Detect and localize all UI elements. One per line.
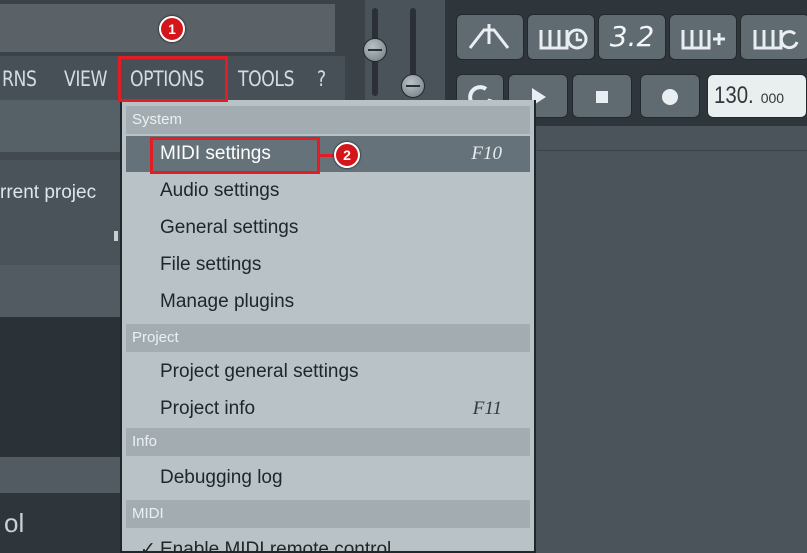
tempo-display[interactable]: 130. 000 [707,74,807,118]
callout-box-midi-settings [150,137,320,174]
browser-panel-header-2 [0,457,125,493]
section-system: System [126,106,530,134]
wait-icon [539,28,588,50]
menu-item-label: Audio settings [160,180,280,201]
tempo-value: 130. [714,82,754,109]
current-project-label[interactable]: rrent projec [0,175,125,211]
menu-item-label: Manage plugins [160,291,295,312]
divider [0,152,120,160]
workspace-divider [537,150,807,151]
menu-item-project-info[interactable]: Project info F11 [126,391,530,427]
section-info: Info [126,428,530,456]
menu-item-label: Debugging log [160,467,283,488]
stop-button[interactable] [572,74,632,118]
tempo-decimal: 000 [760,90,785,106]
record-button[interactable] [640,74,700,118]
metronome-icon [468,24,510,49]
menu-item-label: Project info [160,398,256,419]
countdown-button[interactable]: 3.2 [598,14,666,60]
loop-record-icon [753,30,799,50]
menu-item-debugging-log[interactable]: Debugging log [126,460,530,496]
menu-item-label: Project general settings [160,361,359,382]
browser-panel [0,317,125,457]
menu-item-label: File settings [160,254,262,275]
scroll-marker [114,231,118,241]
section-project: Project [126,324,530,352]
step-badge-2: 2 [334,142,360,168]
menu-item-manage-plugins[interactable]: Manage plugins [126,284,530,320]
step-edit-icon [681,30,725,50]
metronome-button[interactable] [456,14,524,60]
stop-icon [596,91,608,103]
browser-panel-header [0,265,125,317]
menu-item-label: General settings [160,217,299,238]
menu-help[interactable]: ? [317,60,326,98]
workspace-area [537,126,807,553]
step-badge-1: 1 [159,16,185,42]
step-edit-button[interactable] [669,14,737,60]
master-pitch-knob[interactable] [401,74,425,98]
menu-item-file-settings[interactable]: File settings [126,247,530,283]
loop-record-button[interactable] [740,14,807,60]
shortcut-label: F10 [471,143,502,164]
menu-patterns[interactable]: RNS [2,60,37,98]
shortcut-label: F11 [472,398,502,419]
wait-for-input-button[interactable] [527,14,595,60]
record-icon [662,89,678,105]
menu-item-enable-midi-remote[interactable]: ✓ Enable MIDI remote control [126,532,530,553]
menu-item-label: Enable MIDI remote control [160,539,392,553]
section-midi: MIDI [126,500,530,528]
callout-box-options [118,56,228,102]
master-volume-knob[interactable] [363,38,387,62]
browser-bottom-label: ol [4,508,25,538]
browser-toolbar [0,100,120,152]
menu-item-general-settings[interactable]: General settings [126,210,530,246]
menu-item-audio-settings[interactable]: Audio settings [126,173,530,209]
checkmark-icon: ✓ [140,539,156,553]
menu-tools[interactable]: TOOLS [238,60,295,98]
menu-item-project-general-settings[interactable]: Project general settings [126,354,530,390]
menu-view[interactable]: VIEW [64,60,108,98]
